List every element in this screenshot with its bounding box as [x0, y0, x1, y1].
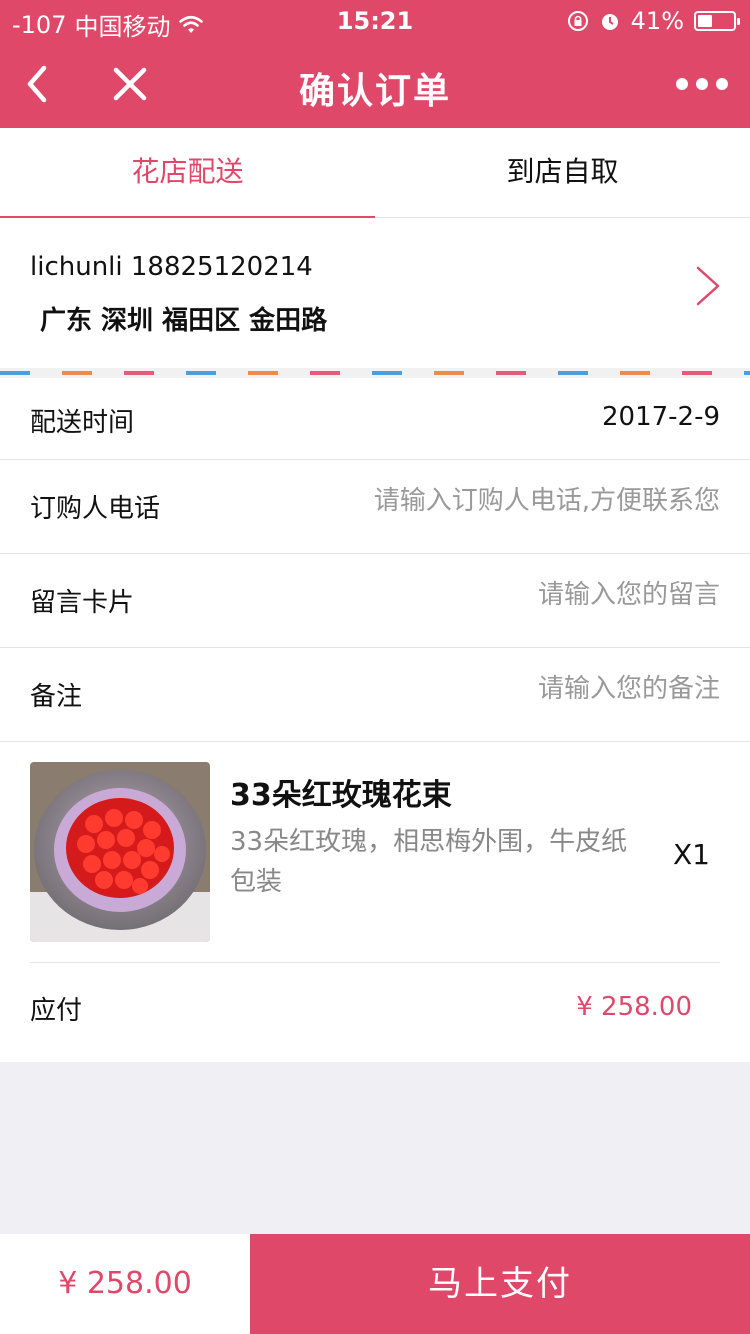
battery-fill	[698, 15, 712, 27]
recipient-name-phone: lichunli 18825120214	[30, 252, 313, 282]
product-section: 33朵红玫瑰花束 33朵红玫瑰，相思梅外围，牛皮纸包装 X1 应付 ¥ 258.…	[0, 742, 750, 1062]
more-dot	[676, 78, 688, 90]
amount-due-label: 应付	[30, 996, 83, 1026]
total-price: ¥ 258.00	[0, 1234, 250, 1334]
more-dot	[716, 78, 728, 90]
product-title: 33朵红玫瑰花束	[230, 778, 452, 813]
rotation-lock-icon	[567, 11, 588, 31]
remark-input[interactable]	[300, 674, 720, 704]
buyer-phone-input[interactable]	[300, 486, 720, 516]
delivery-tabs: 花店配送 到店自取	[0, 128, 750, 218]
buyer-phone-label: 订购人电话	[30, 494, 161, 524]
page-title: 确认订单	[298, 71, 451, 112]
tab-self-pickup[interactable]: 到店自取	[375, 128, 750, 217]
product-description: 33朵红玫瑰，相思梅外围，牛皮纸包装	[230, 827, 628, 897]
checkout-bar: ¥ 258.00 马上支付	[0, 1234, 750, 1334]
tab-shop-delivery[interactable]: 花店配送	[0, 128, 375, 218]
message-card-input[interactable]	[300, 580, 720, 610]
delivery-time-row[interactable]: 配送时间 2017-2-9	[0, 378, 750, 460]
chevron-right-icon	[696, 266, 720, 306]
more-menu-icon[interactable]	[676, 66, 728, 102]
nav-bar: 确认订单	[0, 40, 750, 128]
battery-percent: 41%	[630, 7, 684, 35]
address-envelope-border	[0, 368, 750, 378]
recipient-address: 广东 深圳 福田区 金田路	[40, 306, 328, 336]
message-card-row: 留言卡片	[0, 554, 750, 648]
remark-label: 备注	[30, 682, 83, 712]
alarm-icon	[601, 14, 618, 30]
battery-icon	[694, 11, 740, 31]
pay-now-button[interactable]: 马上支付	[250, 1234, 750, 1334]
delivery-time-value: 2017-2-9	[601, 402, 720, 432]
amount-due-value: ¥ 258.00	[576, 992, 692, 1022]
remark-row: 备注	[0, 648, 750, 742]
address-card[interactable]: lichunli 18825120214 广东 深圳 福田区 金田路	[0, 218, 750, 368]
product-quantity: X1	[673, 838, 710, 871]
divider	[30, 962, 720, 963]
message-card-label: 留言卡片	[30, 588, 135, 618]
status-right: 41%	[567, 7, 740, 35]
product-image	[30, 762, 210, 942]
status-bar: -107 中国移动 15:21 41%	[0, 0, 750, 41]
buyer-phone-row: 订购人电话	[0, 460, 750, 554]
more-dot	[696, 78, 708, 90]
delivery-time-label: 配送时间	[30, 408, 135, 438]
